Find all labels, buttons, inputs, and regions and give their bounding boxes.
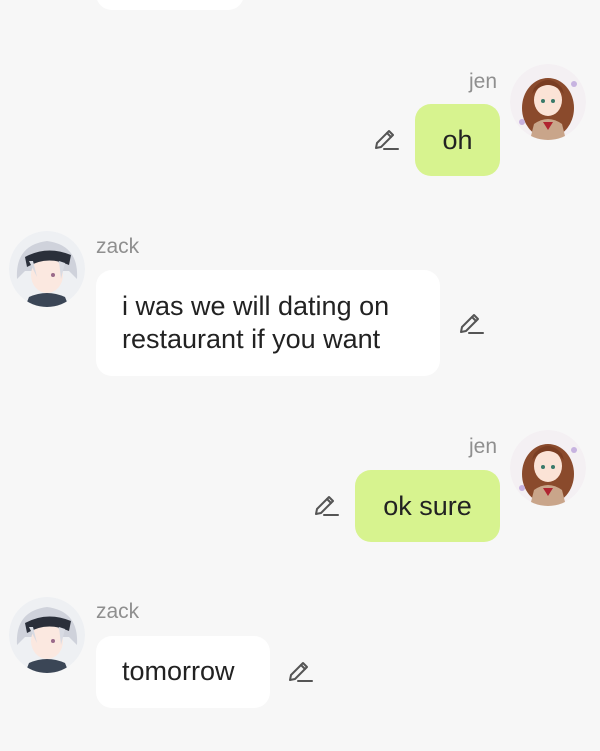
message-line: restaurant if you want: [122, 324, 381, 354]
sender-name-jen: jen: [469, 435, 498, 458]
avatar-zack[interactable]: [9, 597, 85, 673]
message-bubble-zack[interactable]: tomorrow: [96, 636, 270, 708]
sender-name-zack: zack: [96, 235, 140, 258]
pencil-edit-icon[interactable]: [457, 310, 485, 338]
avatar-zack[interactable]: [9, 231, 85, 307]
message-bubble-zack[interactable]: i was we will dating on restaurant if yo…: [96, 270, 440, 376]
pencil-edit-icon[interactable]: [286, 658, 314, 686]
pencil-edit-icon[interactable]: [312, 492, 340, 520]
avatar-jen[interactable]: [510, 430, 586, 506]
message-bubble-jen[interactable]: oh: [415, 104, 500, 176]
sender-name-jen: jen: [469, 70, 498, 93]
message-line: i was we will dating on: [122, 291, 390, 321]
pencil-edit-icon[interactable]: [372, 126, 400, 154]
previous-message-bubble: [96, 0, 244, 10]
avatar-jen[interactable]: [510, 64, 586, 140]
message-bubble-jen[interactable]: ok sure: [355, 470, 500, 542]
sender-name-zack: zack: [96, 600, 140, 623]
